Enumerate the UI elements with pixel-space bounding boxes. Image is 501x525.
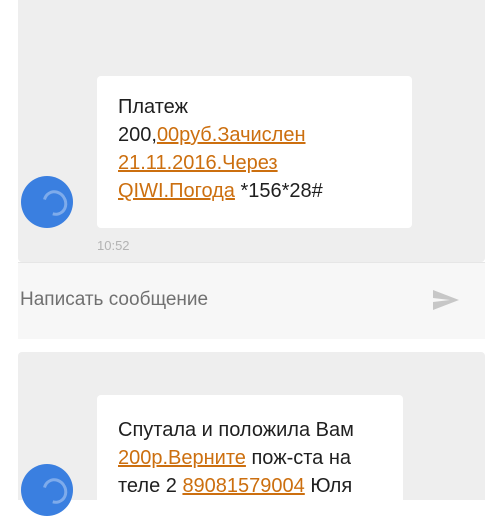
message-link[interactable]: QIWI.Погода bbox=[118, 180, 235, 202]
compose-bar: Написать сообщение bbox=[18, 262, 485, 339]
contact-avatar[interactable] bbox=[21, 176, 73, 228]
message-line: 200,00руб.Зачислен bbox=[118, 124, 306, 146]
message-input[interactable]: Написать сообщение bbox=[20, 289, 208, 311]
message-line: Платеж bbox=[118, 96, 188, 118]
message-link[interactable]: 200р.Верните bbox=[118, 447, 246, 469]
message-thread-1: Платеж 200,00руб.Зачислен 21.11.2016.Чер… bbox=[18, 0, 485, 262]
message-line: 21.11.2016.Через bbox=[118, 149, 392, 177]
messaging-screen: Платеж 200,00руб.Зачислен 21.11.2016.Чер… bbox=[18, 0, 485, 525]
message-line: теле 2 89081579004 Юля bbox=[118, 475, 353, 497]
message-bubble[interactable]: Спутала и положила Вам 200р.Верните пож-… bbox=[97, 395, 403, 525]
message-link[interactable]: 89081579004 bbox=[182, 475, 304, 497]
message-thread-2: Спутала и положила Вам 200р.Верните пож-… bbox=[18, 352, 485, 525]
message-link[interactable]: 00руб.Зачислен bbox=[157, 124, 306, 146]
message-bubble[interactable]: Платеж 200,00руб.Зачислен 21.11.2016.Чер… bbox=[97, 76, 412, 228]
contact-avatar[interactable] bbox=[21, 464, 73, 516]
message-timestamp: 10:52 bbox=[97, 238, 130, 253]
send-icon[interactable] bbox=[432, 289, 460, 311]
message-line: 200р.Верните пож-ста на bbox=[118, 447, 352, 469]
message-line: Спутала и положила Вам bbox=[118, 419, 354, 441]
message-link[interactable]: 21.11.2016.Через bbox=[118, 152, 278, 174]
message-line: QIWI.Погода *156*28# bbox=[118, 180, 323, 202]
